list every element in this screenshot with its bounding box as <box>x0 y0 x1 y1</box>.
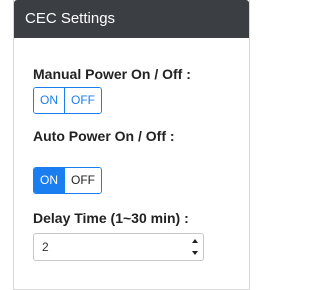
auto-power-off-button[interactable]: OFF <box>64 168 101 193</box>
delay-time-label: Delay Time (1~30 min) : <box>33 210 189 226</box>
auto-power-label: Auto Power On / Off : <box>33 128 175 144</box>
auto-power-on-button[interactable]: ON <box>34 168 64 193</box>
cec-settings-card: CEC Settings Manual Power On / Off : ON … <box>13 0 250 290</box>
auto-power-toggle-group: ON OFF <box>33 167 102 194</box>
chevron-up-icon[interactable] <box>192 239 198 243</box>
card-header-title: CEC Settings <box>14 0 249 38</box>
chevron-down-icon[interactable] <box>192 251 198 255</box>
manual-power-toggle-group: ON OFF <box>33 87 102 114</box>
manual-power-on-button[interactable]: ON <box>34 88 64 113</box>
delay-time-input[interactable]: 2 <box>33 233 204 261</box>
manual-power-label: Manual Power On / Off : <box>33 66 191 82</box>
delay-time-value: 2 <box>42 240 49 254</box>
delay-time-spinner[interactable] <box>190 237 200 257</box>
manual-power-off-button[interactable]: OFF <box>64 88 101 113</box>
